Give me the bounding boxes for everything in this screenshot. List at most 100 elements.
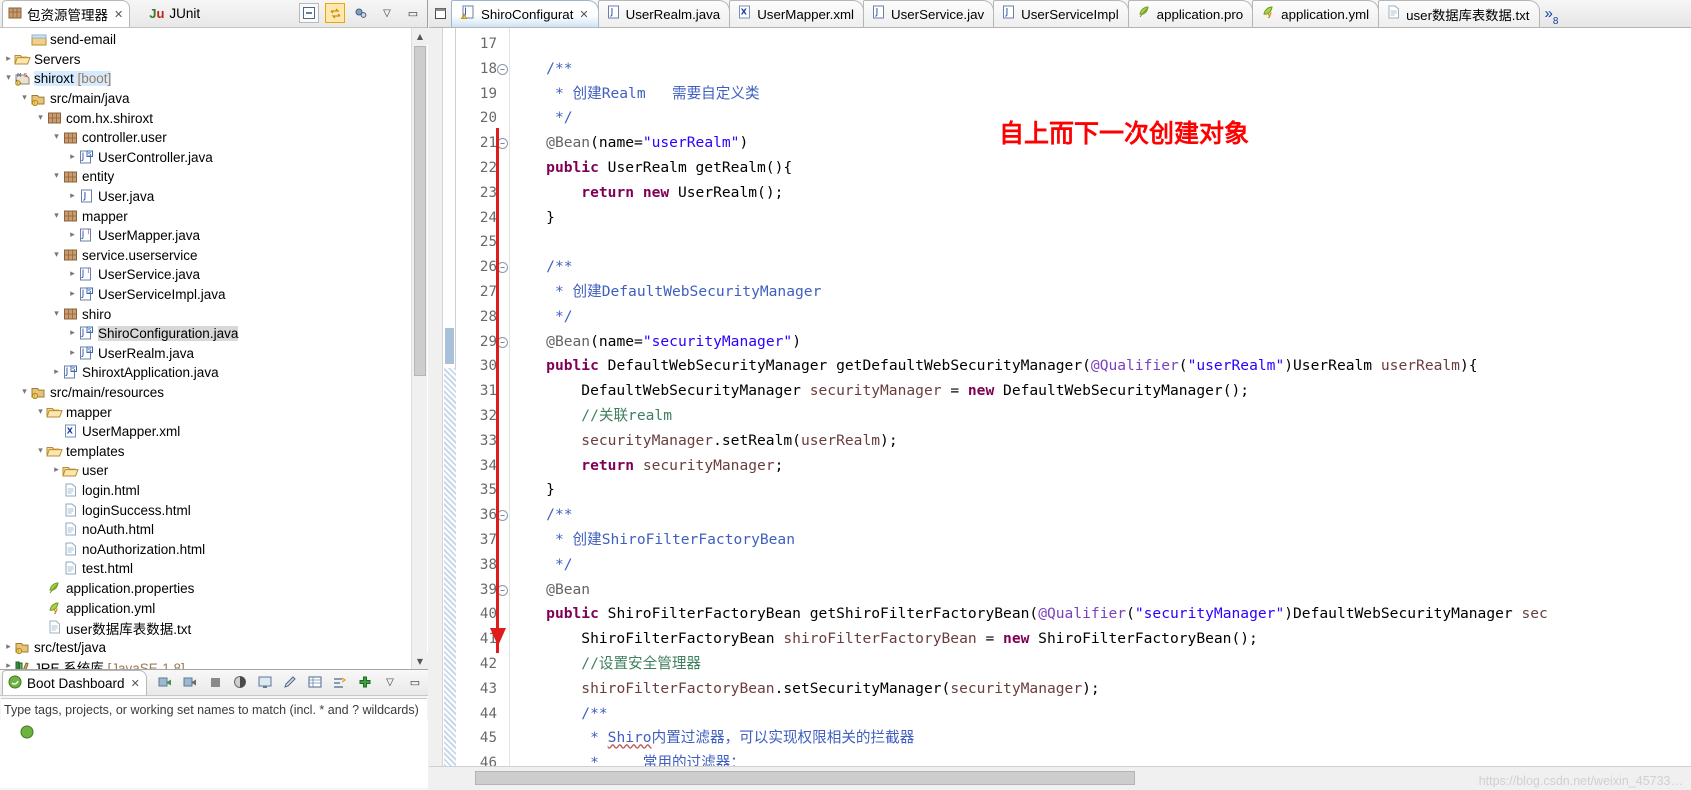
chevron-right-icon[interactable]: ▸ bbox=[67, 192, 78, 201]
tree-item[interactable]: ▾ entity bbox=[0, 167, 410, 187]
collapse-all-button[interactable] bbox=[299, 3, 319, 23]
debug-button[interactable] bbox=[180, 672, 200, 692]
chevron-down-icon[interactable]: ▾ bbox=[51, 211, 62, 221]
chevron-down-icon[interactable]: ▾ bbox=[51, 309, 62, 319]
tree-item[interactable]: noAuthorization.html bbox=[0, 539, 410, 559]
open-properties-button[interactable] bbox=[305, 672, 325, 692]
minimize-button[interactable]: ▭ bbox=[403, 3, 423, 23]
editor-minimize-button[interactable] bbox=[429, 0, 451, 27]
chevron-down-icon[interactable]: ▾ bbox=[35, 113, 46, 123]
tree-item[interactable]: noAuth.html bbox=[0, 520, 410, 540]
chevron-down-icon[interactable]: ▾ bbox=[19, 94, 30, 103]
editor-horizontal-scrollbar[interactable]: ◀ https://blog.csdn.net/weixin_45733… bbox=[429, 766, 1691, 790]
more-tabs-button[interactable]: » 8 bbox=[1539, 0, 1565, 27]
tree-item[interactable]: ▾ M S! shiroxt [boot] bbox=[0, 69, 410, 89]
close-icon[interactable]: ✕ bbox=[131, 677, 140, 690]
tree-item[interactable]: ▸ J S ShiroxtApplication.java bbox=[0, 363, 410, 383]
scrollbar-thumb[interactable] bbox=[475, 771, 1135, 785]
editor-tab[interactable]: J UserRealm.java bbox=[597, 0, 731, 27]
scroll-down-arrow-icon[interactable]: ▼ bbox=[412, 653, 428, 669]
editor-tab[interactable]: application.pro bbox=[1127, 0, 1254, 27]
editor-tab[interactable]: J UserService.jav bbox=[863, 0, 995, 27]
tree-item[interactable]: ▸ Servers bbox=[0, 50, 410, 70]
tree-item[interactable]: ▸ J S UserController.java bbox=[0, 148, 410, 168]
view-menu-button[interactable]: ▽ bbox=[380, 672, 400, 692]
tree-item[interactable]: ▸ J I UserService.java bbox=[0, 265, 410, 285]
chevron-right-icon[interactable]: ▸ bbox=[51, 466, 62, 475]
open-console-button[interactable] bbox=[255, 672, 275, 692]
chevron-down-icon[interactable]: ▾ bbox=[19, 387, 30, 397]
tree-item[interactable]: ▾ service.userservice bbox=[0, 246, 410, 266]
tab-package-explorer[interactable]: 包资源管理器 ✕ bbox=[2, 0, 131, 27]
start-button[interactable] bbox=[155, 672, 175, 692]
list-item[interactable] bbox=[0, 722, 428, 742]
chevron-down-icon[interactable]: ▾ bbox=[51, 250, 62, 260]
tree-item[interactable]: ▾ mapper bbox=[0, 206, 410, 226]
editor-tab[interactable]: X UserMapper.xml bbox=[729, 0, 865, 27]
chevron-right-icon[interactable]: ▸ bbox=[3, 642, 14, 652]
tree-vertical-scrollbar[interactable]: ▲ ▼ bbox=[411, 28, 428, 669]
tree-item[interactable]: user数据库表数据.txt bbox=[0, 618, 410, 638]
tree-item[interactable]: ▸ J User.java bbox=[0, 187, 410, 207]
scrollbar-thumb[interactable] bbox=[414, 46, 426, 376]
boot-dashboard-list[interactable] bbox=[0, 720, 428, 788]
boot-dashboard-filter-input[interactable]: Type tags, projects, or working set name… bbox=[1, 698, 427, 720]
editor-tab[interactable]: J UserServiceImpl bbox=[993, 0, 1129, 27]
tab-boot-dashboard[interactable]: Boot Dashboard ✕ bbox=[2, 670, 147, 695]
chevron-down-icon[interactable]: ▾ bbox=[35, 446, 46, 456]
scroll-up-arrow-icon[interactable]: ▲ bbox=[412, 28, 428, 44]
chevron-right-icon[interactable]: ▸ bbox=[67, 231, 78, 240]
view-menu-focus-button[interactable] bbox=[351, 3, 371, 23]
editor-tab[interactable]: user数据库表数据.txt bbox=[1378, 0, 1540, 27]
tree-item[interactable]: ▸ JRE 系统库 [JavaSE-1.8] bbox=[0, 657, 410, 669]
tree-item[interactable]: ▸ J S ShiroConfiguration.java bbox=[0, 324, 410, 344]
chevron-down-icon[interactable]: ▾ bbox=[51, 172, 62, 181]
tree-item[interactable]: send-email bbox=[0, 30, 410, 50]
chevron-down-icon[interactable]: ▾ bbox=[3, 74, 14, 83]
tree-item[interactable]: ▾ shiro bbox=[0, 304, 410, 324]
edit-config-button[interactable] bbox=[280, 672, 300, 692]
tree-item[interactable]: ▾ mapper bbox=[0, 402, 410, 422]
editor-tab[interactable]: y application.yml bbox=[1252, 0, 1380, 27]
tree-item[interactable]: test.html bbox=[0, 559, 410, 579]
tab-junit[interactable]: Ju JUnit bbox=[144, 0, 206, 27]
toggle-filters-button[interactable] bbox=[330, 672, 350, 692]
tree-item[interactable]: ▾! src/main/java bbox=[0, 89, 410, 109]
tree-item[interactable]: ▸ J S UserRealm.java bbox=[0, 344, 410, 364]
editor-tab[interactable]: J! ShiroConfigurat ✕ bbox=[451, 0, 599, 27]
tree-item[interactable]: application.properties bbox=[0, 579, 410, 599]
chevron-down-icon[interactable]: ▾ bbox=[51, 133, 62, 142]
chevron-right-icon[interactable]: ▸ bbox=[3, 54, 14, 64]
code-editor[interactable]: 17 18− 19 20 21− 22 23 24 25 26− 27 28 29− 30 31 32 33 34… bbox=[429, 28, 1691, 766]
view-menu-button[interactable]: ▽ bbox=[377, 3, 397, 23]
tree-item[interactable]: ▾ controller.user bbox=[0, 128, 410, 148]
link-with-editor-button[interactable] bbox=[325, 3, 345, 23]
tree-item[interactable]: ▸ J I UserMapper.java bbox=[0, 226, 410, 246]
tree-item[interactable]: ▸! src/test/java bbox=[0, 637, 410, 657]
tree-item[interactable]: login.html bbox=[0, 481, 410, 501]
tree-item[interactable]: loginSuccess.html bbox=[0, 500, 410, 520]
stop-button[interactable] bbox=[205, 672, 225, 692]
chevron-right-icon[interactable]: ▸ bbox=[67, 290, 78, 299]
chevron-right-icon[interactable]: ▸ bbox=[67, 329, 78, 338]
add-button[interactable] bbox=[355, 672, 375, 692]
tree-item[interactable]: ▾ com.hx.shiroxt bbox=[0, 108, 410, 128]
chevron-right-icon[interactable]: ▸ bbox=[3, 662, 14, 669]
project-tree[interactable]: send-email ▸ Servers ▾ M S! shiroxt [boot] ▾! sr… bbox=[0, 28, 428, 669]
close-icon[interactable]: ✕ bbox=[579, 8, 588, 21]
tree-item[interactable]: y application.yml bbox=[0, 598, 410, 618]
minimize-button[interactable]: ▭ bbox=[405, 672, 425, 692]
chevron-right-icon[interactable]: ▸ bbox=[67, 348, 78, 358]
restart-button[interactable] bbox=[230, 672, 250, 692]
editor-folding-strip[interactable] bbox=[444, 28, 456, 766]
fold-toggle-icon[interactable]: − bbox=[497, 63, 508, 75]
editor-marker-gutter[interactable] bbox=[429, 28, 443, 766]
tree-item[interactable]: ▾! src/main/resources bbox=[0, 383, 410, 403]
tree-item[interactable]: ▸ user bbox=[0, 461, 410, 481]
chevron-right-icon[interactable]: ▸ bbox=[51, 368, 62, 377]
tree-item[interactable]: X UserMapper.xml bbox=[0, 422, 410, 442]
tree-item[interactable]: ▸ J S UserServiceImpl.java bbox=[0, 285, 410, 305]
chevron-down-icon[interactable]: ▾ bbox=[35, 407, 46, 417]
chevron-right-icon[interactable]: ▸ bbox=[67, 270, 78, 279]
close-icon[interactable]: ✕ bbox=[114, 8, 123, 21]
